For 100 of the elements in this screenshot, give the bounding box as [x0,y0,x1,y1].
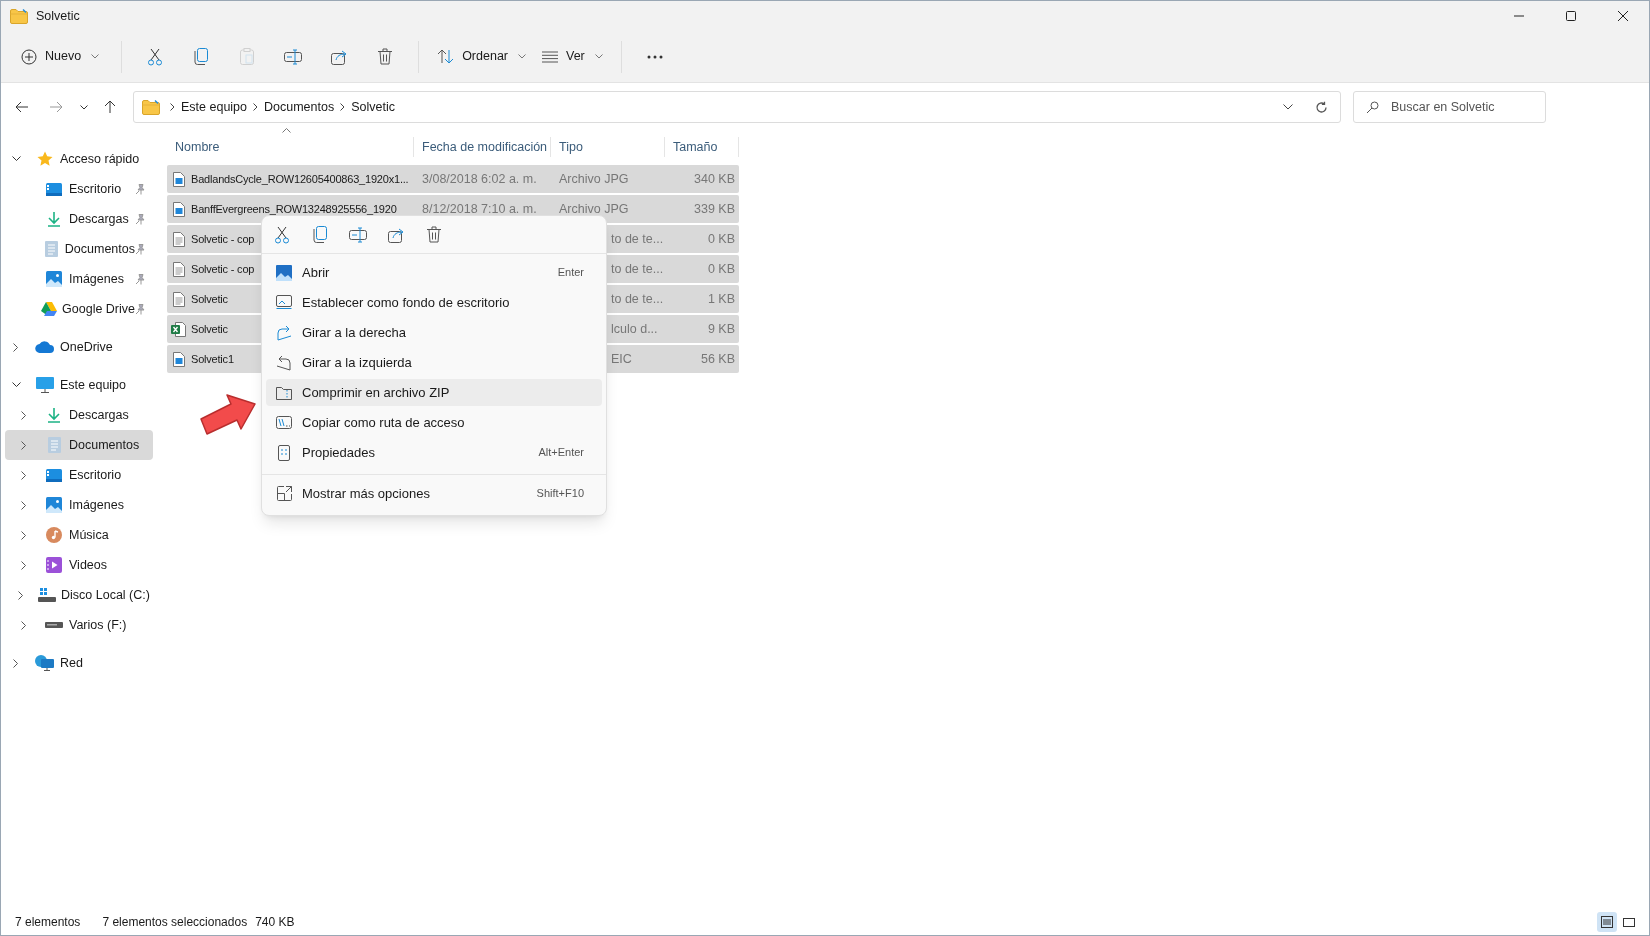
menu-item[interactable]: Comprimir en archivo ZIP [266,379,602,406]
pin-icon[interactable] [135,303,145,315]
monitor-icon [36,377,54,393]
size-cell-text: 56 KB [700,350,735,368]
chevron-down-icon [80,104,88,110]
sidebar-item[interactable]: Documentos [5,430,153,460]
up-arrow-icon [104,100,116,114]
text-file-icon [172,231,185,247]
zipped-folder-icon [276,385,292,400]
trash-icon [427,226,441,243]
refresh-icon[interactable] [1315,100,1328,114]
menu-item[interactable]: Girar a la derecha [266,319,602,346]
menu-item[interactable]: Establecer como fondo de escritorio [266,289,602,316]
type-cell: to de te... [611,291,664,306]
chevron-right-icon [253,103,259,111]
list-lines-icon [542,50,558,63]
sidebar-item[interactable]: Descargas [5,204,153,234]
sidebar-item[interactable]: Escritorio [5,460,153,490]
breadcrumb[interactable]: Documentos [264,97,335,117]
triangle-logo-icon [41,302,58,316]
view-button[interactable]: Ver [534,39,611,74]
breadcrumb[interactable]: Solvetic [351,97,395,117]
chevron-right-icon[interactable] [13,342,19,352]
image-file-icon [172,171,185,187]
file-name: BadlandsCycle_ROW12605400863_1920x1... [191,171,409,187]
chevron-right-icon[interactable] [21,410,27,420]
sort-button[interactable]: Ordenar [429,39,534,74]
column-header[interactable]: Fecha de modificación [414,137,551,157]
sidebar-item[interactable]: Google Drive [5,294,153,324]
sidebar-item[interactable]: Disco Local (C:) [5,580,153,610]
date-cell: 8/12/2018 7:10 a. m. [422,201,537,216]
chevron-right-icon[interactable] [21,470,27,480]
drive-icon [45,622,63,628]
selection-size: 740 KB [255,914,295,931]
file-row[interactable]: BadlandsCycle_ROW12605400863_1920x1... 3/08/2018 6:02 a. m. Archivo JPG 340 KB [167,165,739,193]
chevron-right-icon[interactable] [18,590,24,600]
type-cell: to de te... [611,231,664,246]
share-icon [330,48,348,65]
item-count: 7 elementos [15,914,81,931]
chevron-down-icon[interactable] [11,382,21,388]
menu-item[interactable]: Abrir Enter [266,259,602,286]
file-name: Solvetic - cop [191,231,255,247]
properties-icon [278,444,290,461]
type-cell: Archivo JPG [559,201,629,216]
maximize-icon [1565,10,1577,22]
menu-item[interactable]: Girar a la izquierda [266,349,602,376]
sidebar-item[interactable]: Acceso rápido [5,144,153,174]
sidebar-item[interactable]: Red [5,648,153,678]
pin-icon[interactable] [135,273,145,285]
new-button[interactable]: Nuevo [13,39,108,74]
forward-arrow-icon [49,101,63,113]
sidebar-item[interactable]: Imágenes [5,264,153,294]
column-header[interactable]: Tipo [551,137,665,157]
chevron-right-icon[interactable] [21,620,27,630]
details-view-button[interactable] [1597,912,1617,932]
chevron-right-icon[interactable] [21,560,27,570]
sidebar-item[interactable]: Videos [5,550,153,580]
sidebar-item[interactable]: Este equipo [5,370,153,400]
search-field[interactable]: Buscar en Solvetic [1353,91,1546,123]
chevron-right-icon[interactable] [21,440,27,450]
address-bar[interactable]: Este equipo Documentos Solvetic [133,91,1341,123]
selection-count: 7 elementos seleccionados [102,914,248,931]
size-cell-text: 1 KB [707,290,735,308]
breadcrumb[interactable]: Este equipo [181,97,248,117]
share-icon [387,226,405,243]
image-icon [46,271,62,287]
sidebar-item[interactable]: Descargas [5,400,153,430]
menu-item[interactable]: Copiar como ruta de acceso [266,409,602,436]
download-icon [47,407,61,423]
caret-icon [91,54,100,59]
sidebar-item[interactable]: OneDrive [5,332,153,362]
trash-icon [378,48,393,65]
type-cell: EIC [611,351,632,366]
sidebar-item[interactable]: Documentos [5,234,153,264]
sidebar-item[interactable]: Imágenes [5,490,153,520]
chevron-right-icon[interactable] [13,658,19,668]
pin-icon[interactable] [135,183,145,195]
menu-item[interactable]: Mostrar más opciones Shift+F10 [266,480,602,507]
sidebar-item[interactable]: Escritorio [5,174,153,204]
column-header[interactable]: Tamaño [665,137,739,157]
chevron-right-icon[interactable] [21,530,27,540]
pin-icon[interactable] [135,213,145,225]
type-cell: lculo d... [611,321,658,336]
sidebar-item[interactable]: Varios (F:) [5,610,153,640]
more-icon [646,54,663,59]
column-header[interactable]: Nombre [167,137,414,157]
tiles-view-icon [1623,916,1635,928]
shortcut-text: Alt+Enter [538,445,584,461]
window-title: Solvetic [36,7,80,25]
cloud-icon [35,341,55,353]
dropdown-icon[interactable] [1283,104,1293,110]
chevron-right-icon[interactable] [21,500,27,510]
pin-icon[interactable] [135,243,145,255]
file-name: Solvetic1 [191,351,234,367]
chevron-down-icon[interactable] [11,156,21,162]
sidebar-item[interactable]: Música [5,520,153,550]
search-icon [1366,100,1379,114]
menu-item[interactable]: Propiedades Alt+Enter [266,439,602,466]
rotate-left-icon [276,354,292,371]
size-cell-text: 339 KB [694,200,735,218]
